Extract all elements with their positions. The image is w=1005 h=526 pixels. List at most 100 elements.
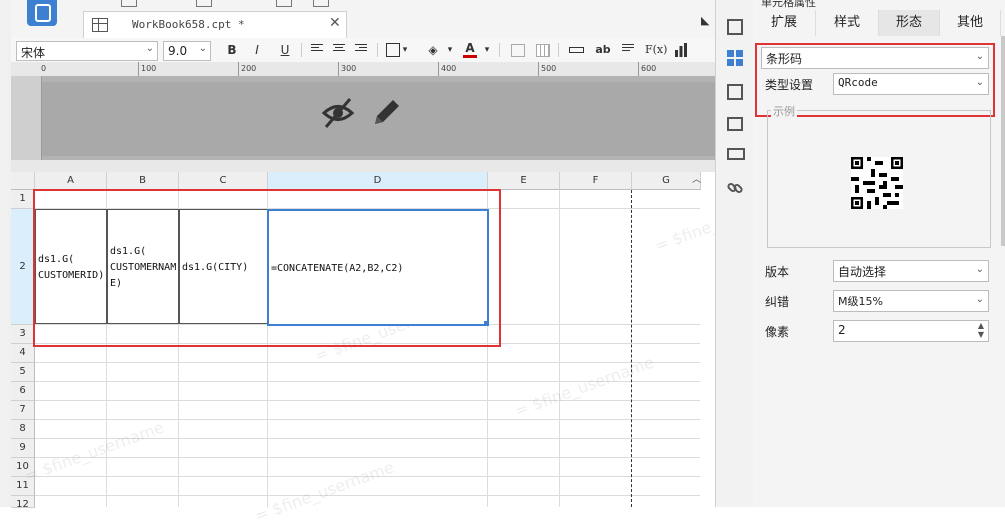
error-correction-select[interactable]: M级15% ⌄ [833,290,989,312]
expand-icon[interactable]: ◣ [701,14,709,27]
error-correction-value: M级15% [838,295,883,308]
row-header[interactable]: 3 [11,325,35,344]
cell-attribute-icon[interactable] [727,50,743,66]
row-header[interactable]: 12 [11,496,35,510]
align-left-icon[interactable] [311,44,323,55]
formula-button[interactable]: F(x) [645,41,667,59]
cell-element-icon[interactable] [727,19,743,35]
panel-title: 单元格属性 [761,0,816,9]
column-header[interactable]: D [268,172,488,190]
panel-scrollbar[interactable] [1001,36,1005,246]
qr-code-preview-icon [851,157,903,209]
grid-line [35,495,700,496]
row-header[interactable]: 8 [11,420,35,439]
toolbar-divider [558,43,559,57]
version-label: 版本 [765,265,790,279]
condition-icon[interactable] [727,148,745,160]
pixel-stepper[interactable]: 2 ▲ ▼ [833,320,989,342]
row-header[interactable]: 5 [11,363,35,382]
grid-line [559,190,560,507]
quick-access-icon[interactable] [121,0,137,7]
tab-style[interactable]: 样式 [816,10,879,36]
ruler-label: 600 [641,64,657,73]
font-color-icon[interactable]: A [463,41,477,58]
merge-cells-icon[interactable] [511,44,525,57]
column-header[interactable]: A [35,172,107,190]
quick-access-icon[interactable] [276,0,292,7]
quick-access-icon[interactable] [313,0,329,7]
row-header[interactable]: 9 [11,439,35,458]
bold-button[interactable]: B [224,41,240,59]
version-select[interactable]: 自动选择 ⌄ [833,260,989,282]
align-right-icon[interactable] [355,44,367,55]
page-break-line [631,190,632,507]
column-header[interactable]: C [179,172,268,190]
row-header[interactable]: 6 [11,382,35,401]
column-header[interactable]: G [632,172,701,190]
spreadsheet-grid[interactable]: A B C D E F G 1 2 3 4 5 6 7 8 9 10 11 12… [11,172,797,526]
tab-form[interactable]: 形态 [879,10,940,36]
chevron-down-icon[interactable]: ▾ [482,41,492,59]
column-header[interactable]: B [107,172,179,190]
align-center-icon[interactable] [333,44,345,55]
ruler-tick [538,62,539,76]
watermark-text: = $fine_username [252,457,397,526]
font-size-value: 9.0 [168,44,188,58]
grid-line [35,419,700,420]
section-gap [11,160,715,172]
row-header[interactable]: 2 [11,209,35,325]
hide-icon[interactable] [322,96,354,130]
column-header[interactable]: F [560,172,632,190]
row-header[interactable]: 4 [11,344,35,363]
tab-title: WorkBook658.cpt * [132,18,245,31]
tab-expand[interactable]: 扩展 [753,10,816,36]
ruler-tick [438,62,439,76]
insert-text-icon[interactable] [569,47,584,53]
row-header[interactable]: 1 [11,190,35,209]
chart-icon[interactable] [674,43,688,57]
hyperlink-icon[interactable] [727,180,743,196]
edit-icon[interactable] [371,96,401,128]
widget-icon[interactable] [727,117,743,131]
error-correction-label: 纠错 [765,295,790,309]
quick-access-icon[interactable] [196,0,212,7]
chevron-down-icon: ⌄ [975,264,984,275]
toolbar-divider [377,43,378,57]
ruler-label: 400 [441,64,457,73]
vertical-ruler [11,76,42,160]
select-all-corner[interactable] [11,172,35,190]
app-logo-icon[interactable] [27,0,57,26]
underline-button[interactable]: U [277,41,293,59]
grid-line [35,400,700,401]
chevron-down-icon: ⌄ [975,294,984,305]
horizontal-ruler: 0 100 200 300 400 500 600 [11,62,715,77]
chevron-up-icon[interactable]: ︿ [692,172,704,186]
chevron-down-icon: ⌄ [198,43,207,54]
ruler-tick [138,62,139,76]
grid-line [35,362,700,363]
chevron-down-icon[interactable]: ▾ [445,41,455,59]
font-family-value: 宋体 [21,46,46,60]
font-family-select[interactable]: 宋体 ⌄ [16,41,158,61]
ab-button[interactable]: ab [594,41,612,59]
font-size-select[interactable]: 9.0 ⌄ [163,41,211,61]
pixel-value: 2 [838,323,846,337]
workbook-icon [92,18,108,32]
wrap-text-icon[interactable] [622,44,634,55]
float-element-icon[interactable] [727,84,743,100]
stepper-arrows-icon[interactable]: ▲ ▼ [978,321,984,339]
italic-button[interactable]: I [249,41,265,59]
ruler-tick [638,62,639,76]
border-icon[interactable] [386,43,400,57]
column-header[interactable]: E [488,172,560,190]
unmerge-cells-icon[interactable] [536,44,550,57]
ruler-label: 0 [41,64,47,73]
chevron-down-icon[interactable]: ▾ [400,41,410,59]
fill-color-icon[interactable]: ◈ [426,41,440,59]
tab-other[interactable]: 其他 [940,10,1001,36]
close-icon[interactable]: ✕ [329,15,341,31]
tab-workbook[interactable]: WorkBook658.cpt * ✕ [83,11,347,39]
top-bar: WorkBook658.cpt * ✕ ◣ [11,0,715,39]
row-header[interactable]: 7 [11,401,35,420]
chevron-down-icon: ⌄ [145,43,154,54]
